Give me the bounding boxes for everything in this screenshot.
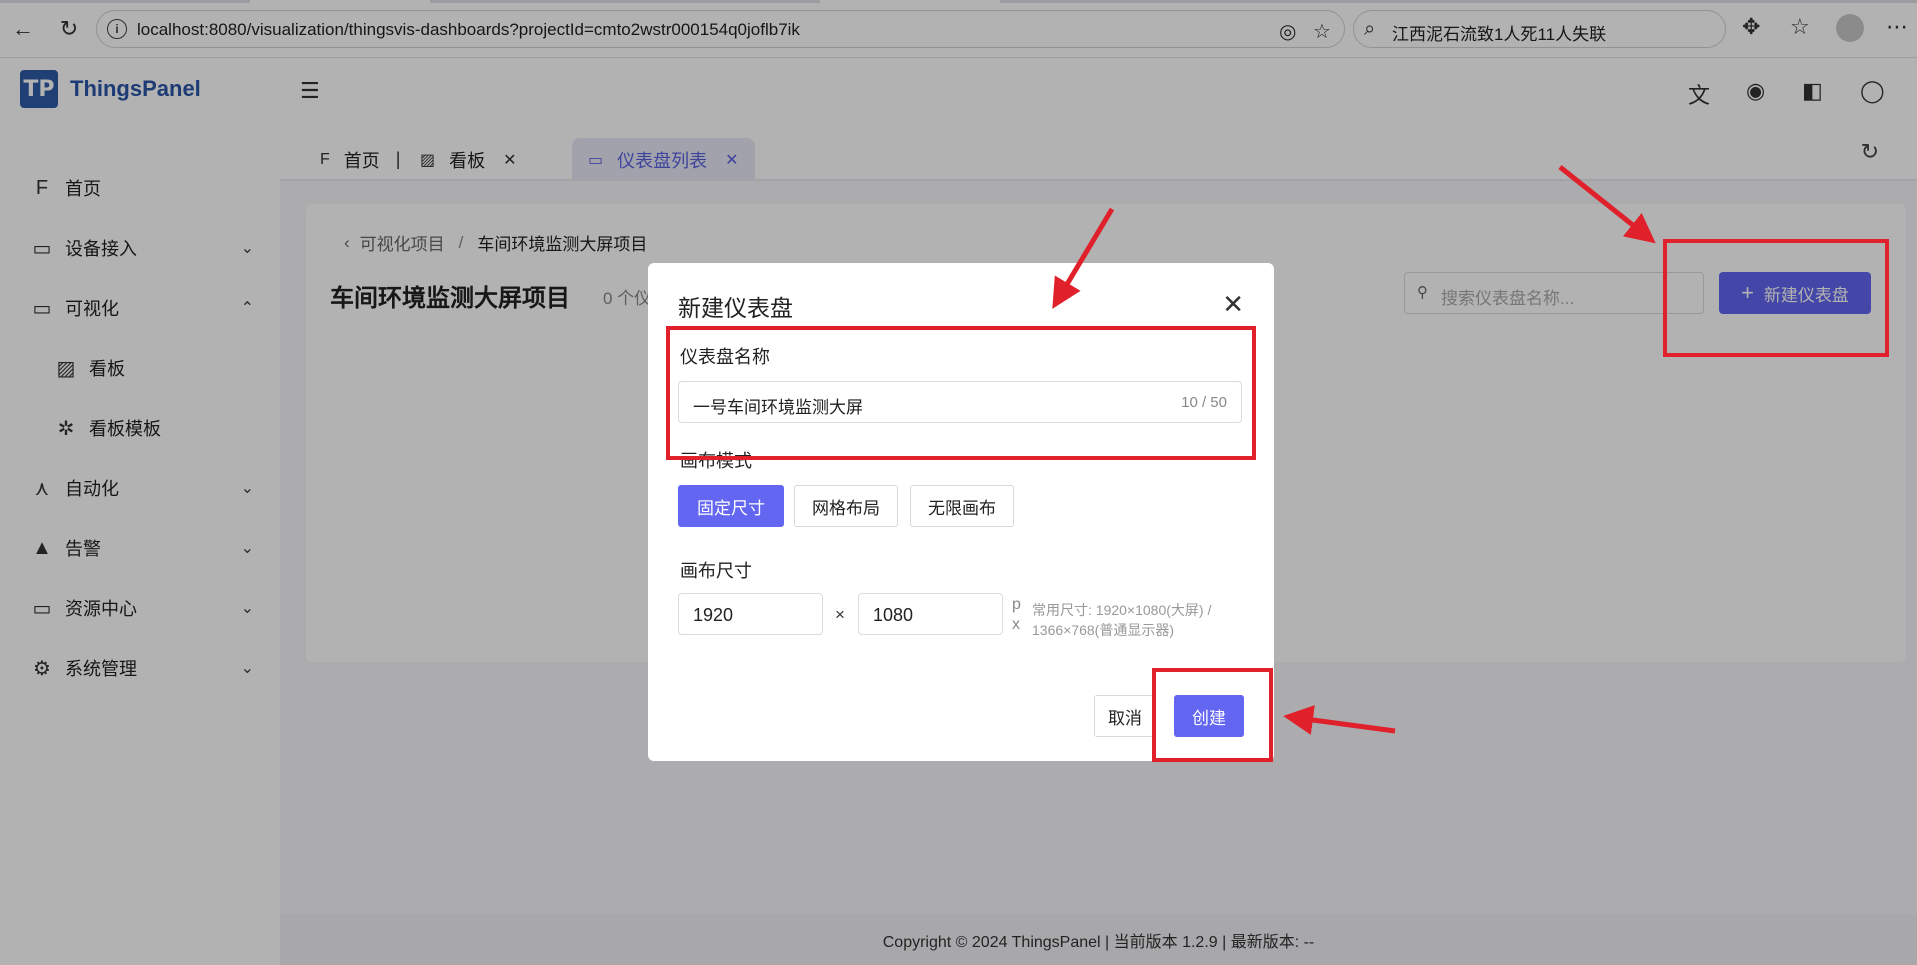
- unit-x: x: [1012, 616, 1020, 633]
- mode-fixed-size-button[interactable]: 固定尺寸: [678, 485, 784, 527]
- close-icon[interactable]: ✕: [1222, 289, 1244, 320]
- annotation-box-create-button: [1152, 668, 1273, 762]
- times-sign: ×: [835, 605, 845, 624]
- annotation-box-name-field: [666, 326, 1256, 460]
- px-unit-label: p x: [1012, 595, 1022, 635]
- canvas-height-input[interactable]: 1080: [858, 593, 1003, 635]
- size-field-label: 画布尺寸: [680, 561, 752, 581]
- canvas-width-input[interactable]: 1920: [678, 593, 823, 635]
- mode-infinite-canvas-button[interactable]: 无限画布: [910, 485, 1014, 527]
- annotation-box-new-button: [1663, 239, 1889, 357]
- unit-p: p: [1012, 596, 1021, 613]
- canvas-height-value[interactable]: 1080: [873, 605, 913, 626]
- mode-grid-layout-button[interactable]: 网格布局: [794, 485, 898, 527]
- canvas-width-value[interactable]: 1920: [693, 605, 733, 626]
- cancel-button[interactable]: 取消: [1094, 695, 1156, 737]
- dialog-title: 新建仪表盘: [678, 295, 793, 321]
- size-hint: 常用尺寸: 1920×1080(大屏) / 1366×768(普通显示器): [1032, 602, 1212, 638]
